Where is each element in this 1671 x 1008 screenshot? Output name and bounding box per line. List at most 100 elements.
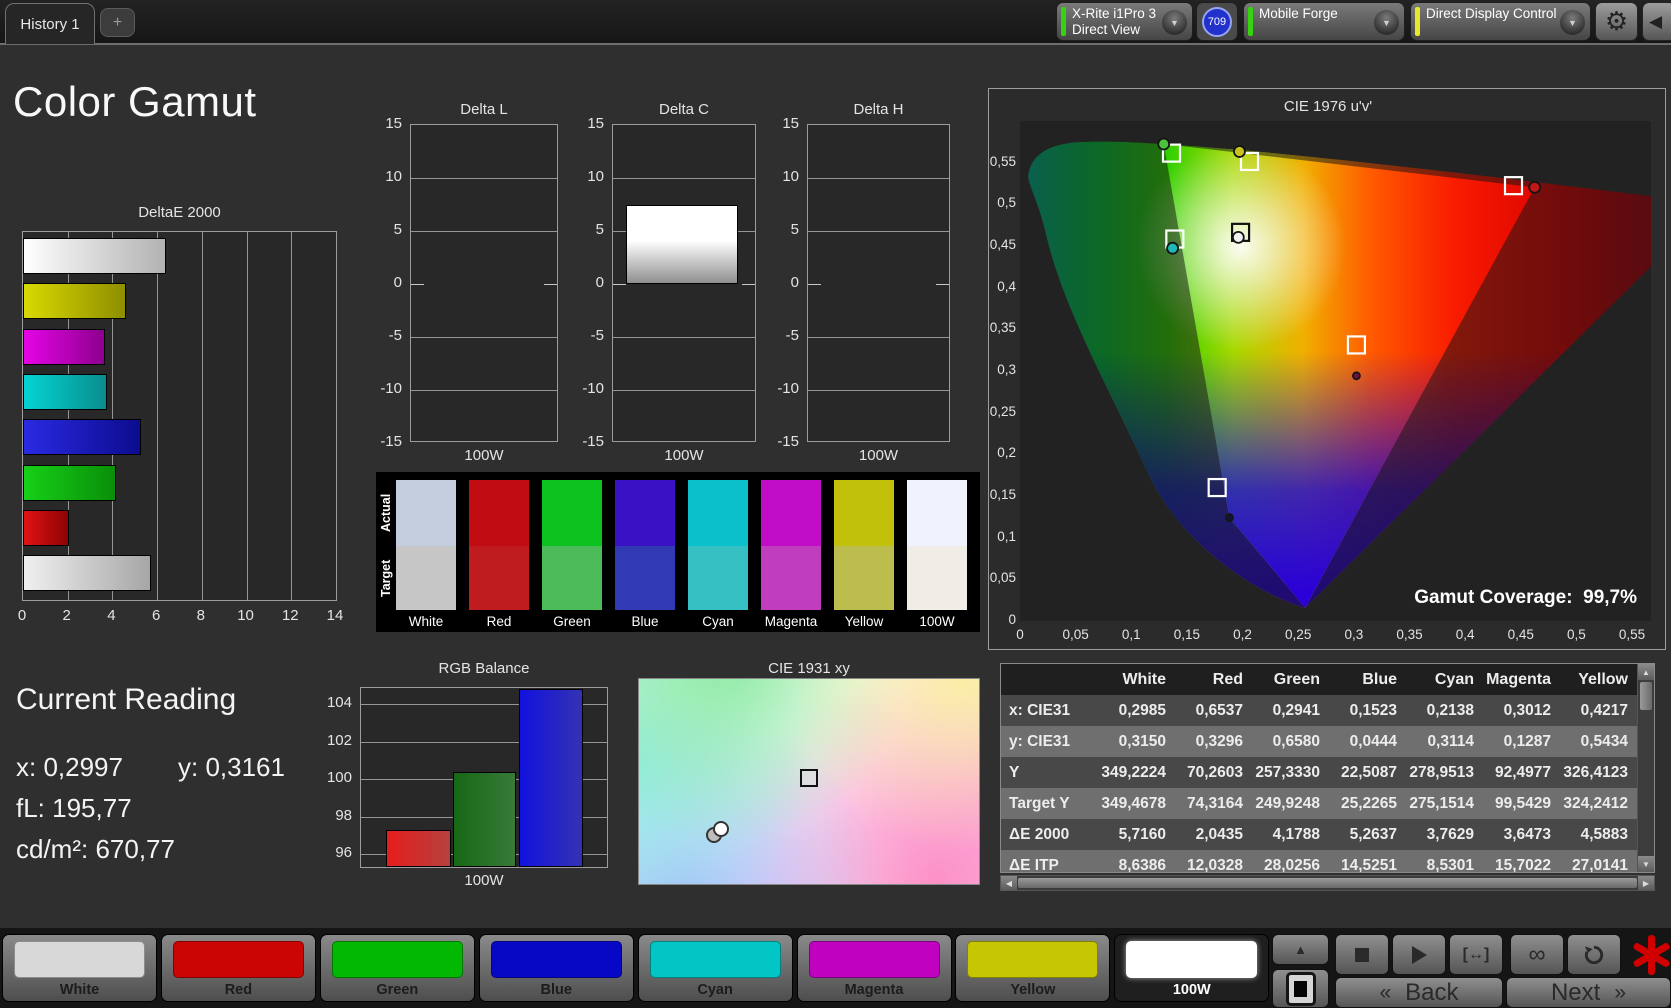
add-tab-button[interactable]: + bbox=[100, 8, 135, 37]
actual-row-label: Actual bbox=[379, 493, 393, 533]
patch-window-up-button[interactable]: ▲ bbox=[1272, 934, 1329, 965]
zero-tick bbox=[411, 284, 424, 285]
patch-button-white[interactable]: White bbox=[2, 934, 157, 1002]
patch-label: Magenta bbox=[844, 982, 904, 998]
rgb-bar-red bbox=[386, 830, 451, 867]
stop-button[interactable] bbox=[1335, 934, 1389, 975]
patch-label: Yellow bbox=[1010, 982, 1056, 998]
patch-button-100w[interactable]: 100W bbox=[1114, 934, 1270, 1002]
deltae-bar-100w bbox=[23, 238, 167, 274]
next-button[interactable]: Next » bbox=[1506, 977, 1671, 1008]
table-row[interactable]: x: CIE31 0,2985 0,6537 0,2941 0,1523 0,2138 0,… bbox=[1001, 695, 1638, 726]
back-button[interactable]: « Back bbox=[1335, 977, 1503, 1008]
scroll-down-icon[interactable]: ▼ bbox=[1638, 856, 1654, 872]
badge-709: 709 bbox=[1202, 6, 1232, 37]
patch-button-yellow[interactable]: Yellow bbox=[955, 934, 1111, 1002]
table-vertical-scrollbar[interactable]: ▲ ▼ bbox=[1637, 664, 1654, 872]
scroll-left-icon[interactable]: ◀ bbox=[1001, 876, 1017, 890]
target-swatch bbox=[688, 546, 748, 610]
calibration-app-window: History 1 + X-Rite i1Pro 3 Direct View ▼ … bbox=[0, 0, 1671, 1008]
y-tick-label: 0 bbox=[595, 274, 604, 291]
measured-point-yellow bbox=[1233, 145, 1246, 158]
patch-swatch bbox=[14, 941, 145, 978]
meter-status-stripe bbox=[1061, 7, 1066, 36]
delta-x-label: 100W bbox=[464, 447, 504, 464]
cie1976-y-tick: 0,55 bbox=[989, 153, 1016, 169]
table-cell: 5,7160 bbox=[1118, 825, 1166, 843]
rgb-y-tick: 104 bbox=[326, 694, 352, 712]
deltae-bar-blue bbox=[23, 419, 141, 456]
table-cell: 3,7629 bbox=[1426, 825, 1474, 843]
meter-dropdown-mobile-forge[interactable]: Mobile Forge ▼ bbox=[1243, 2, 1405, 41]
patch-button-cyan[interactable]: Cyan bbox=[637, 934, 793, 1002]
delta-x-label: 100W bbox=[664, 447, 704, 464]
table-cell: 324,2412 bbox=[1563, 794, 1628, 812]
tab-history[interactable]: History 1 bbox=[5, 3, 95, 44]
chevron-down-icon[interactable]: ▼ bbox=[1560, 10, 1585, 35]
table-cell: 8,5301 bbox=[1426, 856, 1474, 873]
rgb-balance-x-label: 100W bbox=[464, 872, 504, 889]
cie1976-x-tick: 0,45 bbox=[1507, 627, 1534, 642]
cie1976-y-tick: 0,45 bbox=[989, 237, 1016, 253]
scroll-up-icon[interactable]: ▲ bbox=[1638, 664, 1654, 680]
chevron-down-icon[interactable]: ▼ bbox=[1374, 10, 1399, 35]
delta-x-label: 100W bbox=[858, 447, 899, 464]
meter-dropdown-display-control[interactable]: Direct Display Control ▼ bbox=[1410, 2, 1591, 41]
infinity-icon: ∞ bbox=[1528, 940, 1546, 968]
step-measure-button[interactable]: [↔] bbox=[1449, 934, 1503, 975]
table-cell: 5,2637 bbox=[1349, 825, 1397, 843]
target-badge[interactable]: 709 bbox=[1196, 2, 1238, 41]
table-row[interactable]: ΔE 2000 5,7160 2,0435 4,1788 5,2637 3,7629 3,6… bbox=[1001, 819, 1638, 850]
patch-swatch bbox=[967, 941, 1099, 978]
chevrons-right-icon: » bbox=[1614, 980, 1627, 1004]
table-row[interactable]: ΔE ITP 8,6386 12,0328 28,0256 14,5251 8,5301 1… bbox=[1001, 850, 1638, 873]
cie1976-y-tick: 0,1 bbox=[997, 528, 1016, 544]
deltae-bar-magenta bbox=[23, 328, 105, 365]
patch-label: Cyan bbox=[697, 982, 733, 998]
gear-icon[interactable]: ⚙ bbox=[1595, 2, 1638, 41]
meter-label: Direct Display Control bbox=[1426, 6, 1557, 21]
patch-button-magenta[interactable]: Magenta bbox=[796, 934, 952, 1002]
swatch-label: Red bbox=[486, 614, 512, 629]
cie1976-y-tick: 0,3 bbox=[997, 362, 1016, 378]
cie1976-x-tick: 0,3 bbox=[1344, 627, 1364, 642]
continuous-measure-button[interactable]: ∞ bbox=[1510, 934, 1564, 975]
delta-chart-delta-c bbox=[612, 124, 756, 442]
chevron-down-icon[interactable]: ▼ bbox=[1162, 10, 1187, 35]
scroll-right-icon[interactable]: ▶ bbox=[1638, 876, 1654, 890]
calibration-marker-icon[interactable] bbox=[1630, 933, 1671, 977]
current-reading-title: Current Reading bbox=[16, 683, 237, 716]
collapse-panel-icon[interactable]: ◀ bbox=[1642, 2, 1671, 41]
delta-chart-title: Delta H bbox=[853, 101, 904, 118]
table-row[interactable]: Target Y 349,4678 74,3164 249,9248 25,2265 27… bbox=[1001, 788, 1638, 819]
x-tick-label: 8 bbox=[196, 607, 206, 624]
rgb-bar-green bbox=[453, 771, 516, 867]
target-swatch bbox=[615, 546, 675, 610]
patch-button-red[interactable]: Red bbox=[160, 934, 316, 1002]
table-row[interactable]: y: CIE31 0,3150 0,3296 0,6580 0,0444 0,3114 0,… bbox=[1001, 726, 1638, 757]
patch-label: 100W bbox=[1172, 982, 1211, 998]
deltae-bar-yellow bbox=[23, 283, 126, 320]
scrollbar-thumb[interactable] bbox=[1640, 682, 1652, 710]
cie1976-y-tick: 0,35 bbox=[989, 320, 1016, 336]
target-swatch bbox=[761, 546, 821, 610]
patch-window-toggle-button[interactable] bbox=[1272, 969, 1329, 1008]
patch-label: Red bbox=[224, 982, 253, 998]
target-swatch bbox=[834, 546, 894, 610]
y-tick-label: -5 bbox=[785, 327, 799, 344]
meter-dropdown-i1pro3[interactable]: X-Rite i1Pro 3 Direct View ▼ bbox=[1056, 2, 1193, 41]
scrollbar-thumb[interactable] bbox=[1018, 878, 1637, 888]
delta-chart-delta-h bbox=[807, 124, 950, 442]
gridline bbox=[411, 231, 557, 232]
table-cell: 0,3012 bbox=[1503, 701, 1551, 719]
column-header: Cyan bbox=[1434, 670, 1474, 688]
loop-measure-button[interactable] bbox=[1567, 934, 1621, 975]
table-horizontal-scrollbar[interactable]: ◀ ▶ bbox=[1000, 875, 1655, 891]
patch-button-green[interactable]: Green bbox=[319, 934, 475, 1002]
cie1976-y-tick: 0,4 bbox=[997, 278, 1016, 294]
row-label: Target Y bbox=[1009, 794, 1070, 812]
play-button[interactable] bbox=[1392, 934, 1446, 975]
table-row[interactable]: Y 349,2224 70,2603 257,3330 22,5087 278,9513 9… bbox=[1001, 757, 1638, 788]
gridline bbox=[291, 232, 293, 600]
patch-button-blue[interactable]: Blue bbox=[478, 934, 634, 1002]
